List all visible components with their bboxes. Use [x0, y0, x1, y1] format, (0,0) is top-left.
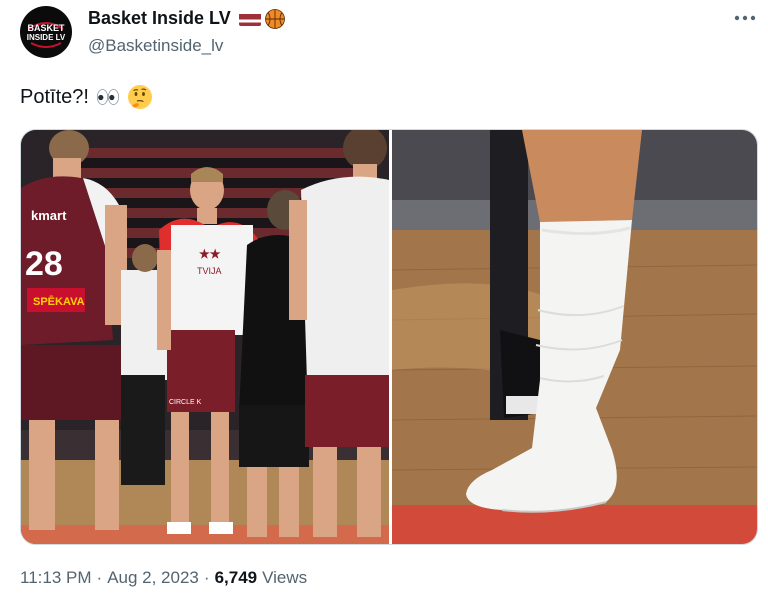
latvia-flag-icon	[238, 12, 261, 26]
sponsor-text: SPĒKAVA	[33, 296, 85, 308]
views-label[interactable]: Views	[262, 568, 307, 587]
separator-dot: ·	[96, 568, 103, 587]
avatar[interactable]: BASKET INSIDE LV	[20, 6, 72, 58]
separator-dot: ·	[203, 568, 210, 587]
tweet-timestamp-row: 11:13 PM · Aug 2, 2023 · 6,749 Views	[20, 568, 307, 588]
more-options-button[interactable]	[728, 6, 762, 30]
author-display-name[interactable]: Basket Inside LV	[88, 8, 285, 29]
more-horizontal-icon	[734, 15, 756, 21]
svg-text:INSIDE LV: INSIDE LV	[27, 33, 66, 42]
jersey-number-text: 28	[25, 245, 63, 283]
tweet-text-content: Potīte?!	[20, 85, 89, 108]
basketball-icon	[264, 8, 285, 29]
svg-text:★★: ★★	[199, 247, 221, 261]
tweet-date[interactable]: Aug 2, 2023	[107, 568, 199, 587]
media-grid[interactable]: kmart 28 SPĒKAVA ★★ TVIJA CIRCLE K	[20, 129, 758, 545]
svg-text:BASKET: BASKET	[27, 23, 65, 33]
tweet-text: Potīte?!	[20, 84, 153, 110]
tweet-card: BASKET INSIDE LV Basket Inside LV @Baske…	[0, 0, 768, 612]
shorts-logo-text: CIRCLE K	[169, 399, 202, 406]
jersey-brand-text: kmart	[31, 208, 67, 223]
author-handle[interactable]: @Basketinside_lv	[88, 36, 223, 56]
shirt-text: TVIJA	[197, 266, 222, 276]
views-count[interactable]: 6,749	[215, 568, 258, 587]
sock-closeup-photo[interactable]	[392, 130, 757, 544]
author-name-text[interactable]: Basket Inside LV	[88, 8, 231, 29]
team-huddle-photo[interactable]: kmart 28 SPĒKAVA ★★ TVIJA CIRCLE K	[21, 130, 389, 544]
tweet-time[interactable]: 11:13 PM	[20, 568, 92, 587]
thinking-face-emoji-icon	[127, 84, 153, 110]
eyes-emoji-icon	[95, 84, 121, 110]
basket-inside-logo-icon: BASKET INSIDE LV	[24, 10, 68, 54]
